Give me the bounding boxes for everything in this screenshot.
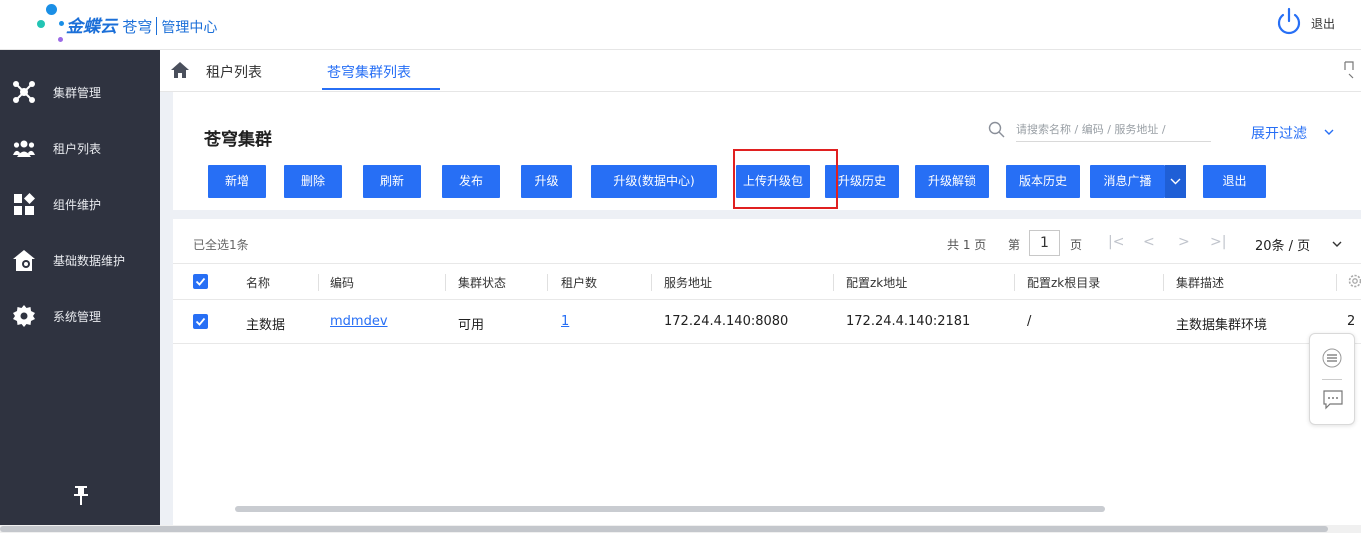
delete-button[interactable]: 删除 (284, 165, 342, 198)
search-icon[interactable] (988, 121, 1005, 138)
column-header-tenants[interactable]: 租户数 (561, 274, 597, 291)
cell-extra: 2 (1347, 314, 1356, 329)
check-icon (195, 317, 206, 326)
last-page-button[interactable]: >| (1210, 234, 1226, 250)
expand-filter-link[interactable]: 展开过滤 (1251, 123, 1307, 143)
column-header-desc[interactable]: 集群描述 (1176, 274, 1224, 291)
sidebar-item-tenants[interactable]: 租户列表 (0, 119, 160, 175)
next-page-button[interactable]: > (1178, 234, 1190, 250)
logo-separator (156, 17, 158, 35)
highlight-annotation (733, 149, 838, 209)
upgrade-button[interactable]: 升级 (521, 165, 572, 198)
pin-icon[interactable] (72, 485, 90, 507)
sidebar-item-components[interactable]: 组件维护 (0, 175, 160, 231)
column-settings-icon[interactable] (1347, 273, 1361, 289)
cell-name: 主数据 (246, 318, 286, 333)
pager-label: 第 (1008, 238, 1021, 252)
column-header-status[interactable]: 集群状态 (458, 274, 506, 291)
list-panel: 已全选1条 共 1 页 第 1 页 |< < > >| 20条 / 页 名称 编… (173, 219, 1361, 525)
sidebar-item-cluster[interactable]: 集群管理 (0, 63, 160, 119)
row-checkbox[interactable] (193, 314, 208, 329)
cluster-icon (13, 81, 35, 103)
check-icon (195, 277, 206, 286)
logo-brand: 金蝶云 (66, 17, 117, 37)
version-history-button[interactable]: 版本历史 (1006, 165, 1080, 198)
chat-icon[interactable] (1322, 389, 1344, 411)
sidebar-item-label: 基础数据维护 (53, 254, 126, 268)
select-all-checkbox[interactable] (193, 274, 208, 289)
sidebar-item-label: 集群管理 (53, 86, 102, 100)
sidebar: 集群管理 租户列表 组件维护 基础数据维护 系统管理 (0, 50, 160, 525)
logo-dots-icon (36, 4, 66, 44)
page-scrollbar (0, 525, 1361, 533)
message-broadcast-button[interactable]: 消息广播 (1090, 165, 1165, 198)
house-icon (13, 250, 35, 271)
exit-button[interactable]: 退出 (1203, 165, 1266, 198)
cell-code-link[interactable]: mdmdev (330, 314, 388, 329)
cell-status: 可用 (458, 318, 485, 333)
header-panel: 苍穹集群 展开过滤 新增 删除 刷新 发布 升级 升级(数据中心) 上传升级包 … (173, 92, 1361, 210)
add-button[interactable]: 新增 (208, 165, 266, 198)
publish-button[interactable]: 发布 (442, 165, 500, 198)
chevron-down-icon[interactable] (1323, 126, 1335, 138)
cell-desc: 主数据集群环境 (1176, 318, 1268, 333)
menu-icon[interactable] (1322, 348, 1342, 368)
top-bar: 金蝶云 苍穹 管理中心 退出 (0, 0, 1361, 50)
prev-page-button[interactable]: < (1143, 234, 1155, 250)
logo-sub: 苍穹 (122, 18, 153, 36)
column-header-zk[interactable]: 配置zk地址 (846, 274, 907, 291)
tab-cluster-list[interactable]: 苍穹集群列表 (327, 62, 411, 82)
column-header-code[interactable]: 编码 (330, 274, 354, 291)
users-icon (13, 140, 35, 157)
search-input[interactable] (1016, 118, 1211, 142)
power-icon[interactable] (1276, 6, 1302, 36)
table-header: 名称 编码 集群状态 租户数 服务地址 配置zk地址 配置zk根目录 集群描述 (173, 263, 1361, 300)
component-icon (14, 193, 35, 215)
content-area: 苍穹集群 展开过滤 新增 删除 刷新 发布 升级 升级(数据中心) 上传升级包 … (160, 92, 1361, 525)
table-row[interactable]: 主数据 mdmdev 可用 1 172.24.4.140:8080 172.24… (173, 300, 1361, 344)
tab-active-indicator (322, 88, 440, 90)
home-icon[interactable] (171, 62, 189, 78)
floating-help-panel (1309, 333, 1355, 425)
page-number-input[interactable]: 1 (1029, 230, 1060, 256)
chevron-down-icon[interactable] (1331, 239, 1343, 249)
tab-bar: 租户列表 苍穹集群列表 (160, 50, 1361, 92)
cell-service: 172.24.4.140:8080 (664, 314, 789, 329)
refresh-button[interactable]: 刷新 (363, 165, 421, 198)
tab-tenant-list[interactable]: 租户列表 (206, 62, 262, 82)
sidebar-item-system[interactable]: 系统管理 (0, 287, 160, 343)
sidebar-item-basedata[interactable]: 基础数据维护 (0, 231, 160, 287)
broadcast-dropdown-toggle[interactable] (1165, 165, 1186, 198)
sidebar-item-label: 租户列表 (53, 142, 102, 156)
cell-zk: 172.24.4.140:2181 (846, 314, 971, 329)
page-title: 苍穹集群 (204, 130, 272, 150)
selected-count: 已全选1条 (193, 238, 249, 252)
upgrade-datacenter-button[interactable]: 升级(数据中心) (591, 165, 717, 198)
logout-link[interactable]: 退出 (1311, 15, 1335, 32)
sidebar-item-label: 组件维护 (53, 198, 102, 212)
column-header-zk-root[interactable]: 配置zk根目录 (1027, 274, 1100, 291)
cell-tenants-link[interactable]: 1 (561, 314, 569, 329)
column-header-service[interactable]: 服务地址 (664, 274, 712, 291)
first-page-button[interactable]: |< (1108, 234, 1124, 250)
upgrade-unlock-button[interactable]: 升级解锁 (915, 165, 989, 198)
expand-icon[interactable] (1344, 60, 1354, 80)
pager-label: 页 (1070, 238, 1083, 252)
page-scrollbar-thumb[interactable] (0, 526, 1328, 532)
column-header-name[interactable]: 名称 (246, 274, 270, 291)
horizontal-scrollbar[interactable] (235, 506, 1105, 512)
logo-center: 管理中心 (161, 20, 218, 36)
sidebar-item-label: 系统管理 (53, 310, 102, 324)
pager-total: 共 1 页 (947, 238, 987, 252)
page-size-select[interactable]: 20条 / 页 (1255, 235, 1310, 254)
gear-icon (13, 305, 35, 327)
chevron-down-icon (1170, 178, 1181, 185)
cell-zk-root: / (1027, 314, 1032, 329)
